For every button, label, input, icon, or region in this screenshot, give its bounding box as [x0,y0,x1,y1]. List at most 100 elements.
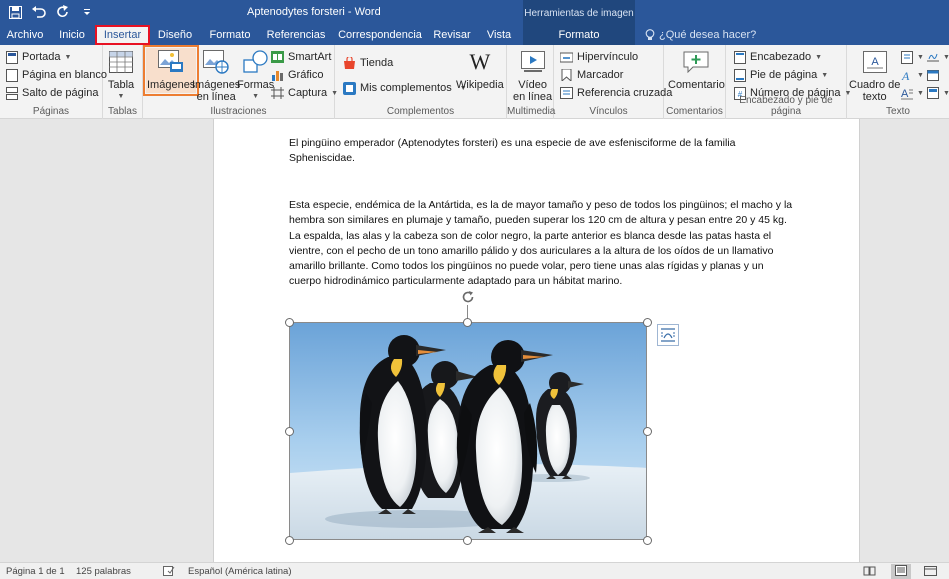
paragraph-intro[interactable]: El pingüino emperador (Aptenodytes forst… [289,136,779,167]
group-comentarios: Comentario Comentarios [664,45,726,119]
grafico-button[interactable]: Gráfico [271,67,323,83]
resize-handle-top[interactable] [463,318,472,327]
chevron-down-icon: ▼ [917,71,924,79]
tab-revisar[interactable]: Revisar [431,25,473,45]
print-layout-icon[interactable] [891,564,911,579]
chevron-down-icon: ▼ [821,71,829,79]
drop-cap-button[interactable]: A ▼ [901,85,924,101]
table-icon [107,48,135,76]
proofing-icon[interactable] [163,566,175,579]
group-paginas: Portada ▼ Página en blanco Salto de págin… [0,45,107,119]
wikipedia-button[interactable]: W Wikipedia [456,48,504,92]
rotate-handle-icon[interactable] [460,289,476,305]
signature-line-button[interactable]: ▼ [927,49,949,65]
portada-button[interactable]: Portada ▼ [6,49,71,65]
resize-handle-bottom[interactable] [463,536,472,545]
formas-button[interactable]: Formas ▼ [237,48,274,103]
tab-formato-imagen[interactable]: Formato [523,25,635,45]
tab-archivo[interactable]: Archivo [3,25,47,45]
resize-handle-top-right[interactable] [643,318,652,327]
tab-vista[interactable]: Vista [482,25,516,45]
redo-icon[interactable] [54,3,72,21]
layout-options-button[interactable] [657,324,679,346]
group-complementos: Tienda Mis complementos ▼ W Wikipedia Com… [335,45,507,119]
screenshot-icon [271,87,284,99]
signature-icon [927,53,939,62]
video-en-linea-button[interactable]: Vídeo en línea [513,48,552,103]
date-time-button[interactable] [927,67,939,83]
group-label-vinculos: Vínculos [589,106,628,117]
footer-icon [734,68,746,82]
pagina-en-blanco-button[interactable]: Página en blanco [6,67,107,83]
language-indicator[interactable]: Español (América latina) [188,566,292,577]
group-label-texto: Texto [886,106,910,117]
tabla-label: Tabla [107,79,135,91]
penguin-picture[interactable] [289,322,647,540]
object-icon [927,87,939,99]
quick-access-toolbar [6,3,96,21]
group-label-tablas: Tablas [108,106,137,117]
wikipedia-label: Wikipedia [456,79,504,91]
cuadro-de-texto-label-2: texto [862,91,887,103]
paragraph-description[interactable]: Esta especie, endémica de la Antártida, … [289,198,794,290]
resize-handle-top-left[interactable] [285,318,294,327]
tienda-button[interactable]: Tienda [343,55,393,71]
online-video-icon [519,48,547,76]
resize-handle-bottom-left[interactable] [285,536,294,545]
ribbon: Portada ▼ Página en blanco Salto de págin… [0,45,949,119]
cover-page-icon [6,50,18,64]
word-count[interactable]: 125 palabras [76,566,131,577]
captura-button[interactable]: Captura ▼ [271,85,338,101]
resize-handle-right[interactable] [643,427,652,436]
pie-de-pagina-button[interactable]: Pie de página ▼ [734,67,828,83]
chevron-down-icon: ▼ [917,89,924,97]
chevron-down-icon: ▼ [917,53,924,61]
pie-de-pagina-label: Pie de página [750,69,818,81]
page-count[interactable]: Página 1 de 1 [6,566,65,577]
cuadro-de-texto-button[interactable]: A Cuadro de texto [849,48,900,103]
quick-parts-icon [901,50,913,64]
captura-label: Captura [288,87,328,99]
comentario-label: Comentario [668,79,725,91]
save-icon[interactable] [6,3,24,21]
tab-referencias[interactable]: Referencias [265,25,327,45]
group-vinculos: Hipervínculo Marcador Referencia cruzada… [554,45,672,119]
customize-qat-icon[interactable] [78,3,96,21]
tabla-button[interactable]: Tabla ▼ [107,48,135,103]
web-layout-icon[interactable] [924,566,937,579]
imagenes-button[interactable]: Imágenes [142,45,200,96]
referencia-cruzada-button[interactable]: Referencia cruzada [560,85,672,101]
mis-complementos-button[interactable]: Mis complementos ▼ [343,80,467,96]
comment-icon [682,48,710,76]
shapes-icon [242,48,270,76]
wordart-button[interactable]: A ▼ [901,67,924,83]
smartart-button[interactable]: SmartArt [271,49,331,65]
resize-handle-bottom-right[interactable] [643,536,652,545]
svg-text:A: A [901,69,910,82]
salto-de-pagina-button[interactable]: Salto de página [6,85,98,101]
svg-text:A: A [901,88,909,100]
read-mode-icon[interactable] [863,566,876,579]
quick-parts-button[interactable]: ▼ [901,49,924,65]
penguins-image [290,323,646,539]
object-button[interactable]: ▼ [927,85,949,101]
tab-correspondencia[interactable]: Correspondencia [337,25,423,45]
comentario-button[interactable]: Comentario [668,48,725,91]
tell-me-text: ¿Qué desea hacer? [659,29,757,41]
resize-handle-left[interactable] [285,427,294,436]
tab-diseno[interactable]: Diseño [154,25,196,45]
hipervinculo-button[interactable]: Hipervínculo [560,49,638,65]
undo-icon[interactable] [30,3,48,21]
encabezado-button[interactable]: Encabezado ▼ [734,49,822,65]
tab-formato[interactable]: Formato [205,25,255,45]
salto-de-pagina-label: Salto de página [22,87,99,99]
imagenes-en-linea-button[interactable]: Imágenes en línea [192,48,240,103]
formas-label: Formas [237,79,275,91]
vertical-scrollbar[interactable] [936,119,949,562]
tab-inicio[interactable]: Inicio [52,25,92,45]
tab-insertar[interactable]: Insertar [95,25,150,45]
document-page[interactable]: El pingüino emperador (Aptenodytes forst… [213,119,860,562]
tell-me-box[interactable]: ¿Qué desea hacer? [645,25,756,45]
cross-reference-icon [560,87,573,99]
marcador-button[interactable]: Marcador [560,67,623,83]
